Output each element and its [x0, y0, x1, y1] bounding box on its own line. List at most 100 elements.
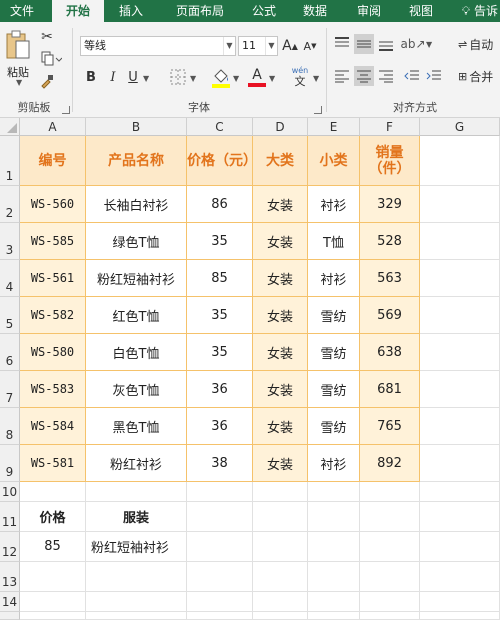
- table-cell[interactable]: 长袖白衬衫: [86, 186, 187, 223]
- table-cell[interactable]: WS-581: [20, 445, 86, 482]
- cell-g4[interactable]: [420, 260, 500, 297]
- table-cell[interactable]: 雪纺: [308, 408, 360, 445]
- phonetic-button[interactable]: wén 文: [288, 64, 312, 90]
- bold-button[interactable]: B: [82, 66, 100, 88]
- font-color-button[interactable]: A: [246, 64, 268, 90]
- table-cell[interactable]: 638: [360, 334, 420, 371]
- align-bottom-button[interactable]: [376, 34, 396, 54]
- cell-f10[interactable]: [360, 482, 420, 502]
- table-cell[interactable]: WS-583: [20, 371, 86, 408]
- font-color-dropdown-icon[interactable]: ▼: [269, 74, 275, 83]
- column-header-b[interactable]: B: [86, 118, 187, 136]
- cell-g15[interactable]: [420, 612, 500, 620]
- table-cell[interactable]: 女装: [253, 371, 308, 408]
- cell-g11[interactable]: [420, 502, 500, 532]
- table-cell[interactable]: 女装: [253, 260, 308, 297]
- table-header-cell[interactable]: 大类: [253, 136, 308, 186]
- cut-icon[interactable]: ✂: [38, 28, 56, 46]
- lookup-price-value[interactable]: 85: [20, 532, 86, 562]
- cell-e14[interactable]: [308, 592, 360, 612]
- row-header[interactable]: 13: [0, 562, 20, 592]
- lookup-clothing-value[interactable]: 粉红短袖衬衫: [86, 532, 187, 562]
- merge-center-button[interactable]: ⊞ 合并: [458, 66, 500, 86]
- cell-b15[interactable]: [86, 612, 187, 620]
- table-cell[interactable]: 35: [187, 223, 253, 260]
- underline-button[interactable]: U: [124, 66, 142, 88]
- table-cell[interactable]: 灰色T恤: [86, 371, 187, 408]
- table-cell[interactable]: WS-560: [20, 186, 86, 223]
- cell-f14[interactable]: [360, 592, 420, 612]
- table-header-cell[interactable]: 产品名称: [86, 136, 187, 186]
- column-header-f[interactable]: F: [360, 118, 420, 136]
- tab-home[interactable]: 开始: [52, 0, 104, 22]
- lookup-price-label[interactable]: 价格: [20, 502, 86, 532]
- table-cell[interactable]: 红色T恤: [86, 297, 187, 334]
- borders-dropdown-icon[interactable]: ▼: [190, 74, 196, 83]
- lookup-clothing-label[interactable]: 服装: [86, 502, 187, 532]
- table-cell[interactable]: 563: [360, 260, 420, 297]
- table-cell[interactable]: 衬衫: [308, 186, 360, 223]
- table-cell[interactable]: WS-580: [20, 334, 86, 371]
- cell-f12[interactable]: [360, 532, 420, 562]
- cell-d10[interactable]: [253, 482, 308, 502]
- table-cell[interactable]: 衬衫: [308, 260, 360, 297]
- borders-button[interactable]: [168, 66, 188, 88]
- column-header-d[interactable]: D: [253, 118, 308, 136]
- column-header-a[interactable]: A: [20, 118, 86, 136]
- fill-color-dropdown-icon[interactable]: ▼: [233, 74, 239, 83]
- tab-file[interactable]: 文件: [0, 0, 44, 22]
- paste-button[interactable]: [4, 28, 32, 64]
- row-header[interactable]: 6: [0, 334, 20, 371]
- column-header-g[interactable]: G: [420, 118, 500, 136]
- font-launcher-icon[interactable]: [314, 106, 322, 114]
- cell-f13[interactable]: [360, 562, 420, 592]
- table-cell[interactable]: WS-582: [20, 297, 86, 334]
- cell-e13[interactable]: [308, 562, 360, 592]
- cell-g1[interactable]: [420, 136, 500, 186]
- font-size-select[interactable]: 11 ▼: [238, 36, 278, 56]
- decrease-indent-button[interactable]: [402, 66, 422, 86]
- cell-e15[interactable]: [308, 612, 360, 620]
- table-cell[interactable]: 569: [360, 297, 420, 334]
- row-header[interactable]: 9: [0, 445, 20, 482]
- cell-c15[interactable]: [187, 612, 253, 620]
- row-header[interactable]: 2: [0, 186, 20, 223]
- row-header[interactable]: 1: [0, 136, 20, 186]
- table-header-cell[interactable]: 价格（元）: [187, 136, 253, 186]
- table-cell[interactable]: 38: [187, 445, 253, 482]
- align-middle-button[interactable]: [354, 34, 374, 54]
- cell-d11[interactable]: [253, 502, 308, 532]
- table-cell[interactable]: 衬衫: [308, 445, 360, 482]
- fill-color-button[interactable]: [210, 64, 232, 90]
- cell-e12[interactable]: [308, 532, 360, 562]
- cell-d12[interactable]: [253, 532, 308, 562]
- cell-c13[interactable]: [187, 562, 253, 592]
- table-header-cell[interactable]: 编号: [20, 136, 86, 186]
- table-cell[interactable]: T恤: [308, 223, 360, 260]
- table-header-cell[interactable]: 销量（件）: [360, 136, 420, 186]
- cell-d14[interactable]: [253, 592, 308, 612]
- tell-me-search[interactable]: 💡︎ 告诉: [462, 0, 498, 22]
- italic-button[interactable]: I: [104, 66, 122, 88]
- table-cell[interactable]: WS-561: [20, 260, 86, 297]
- table-cell[interactable]: 女装: [253, 297, 308, 334]
- orientation-button[interactable]: ab↗: [400, 34, 425, 54]
- tab-data[interactable]: 数据: [292, 0, 338, 22]
- column-header-e[interactable]: E: [308, 118, 360, 136]
- cell-g10[interactable]: [420, 482, 500, 502]
- tab-page-layout[interactable]: 页面布局: [162, 0, 238, 22]
- align-left-button[interactable]: [332, 66, 352, 86]
- tab-review[interactable]: 审阅: [346, 0, 392, 22]
- row-header[interactable]: 4: [0, 260, 20, 297]
- table-cell[interactable]: 35: [187, 334, 253, 371]
- row-header[interactable]: 7: [0, 371, 20, 408]
- table-header-cell[interactable]: 小类: [308, 136, 360, 186]
- table-cell[interactable]: 雪纺: [308, 371, 360, 408]
- cell-c11[interactable]: [187, 502, 253, 532]
- increase-indent-button[interactable]: [424, 66, 444, 86]
- table-cell[interactable]: 女装: [253, 334, 308, 371]
- cell-f11[interactable]: [360, 502, 420, 532]
- row-header[interactable]: 12: [0, 532, 20, 562]
- cell-g7[interactable]: [420, 371, 500, 408]
- cell-g12[interactable]: [420, 532, 500, 562]
